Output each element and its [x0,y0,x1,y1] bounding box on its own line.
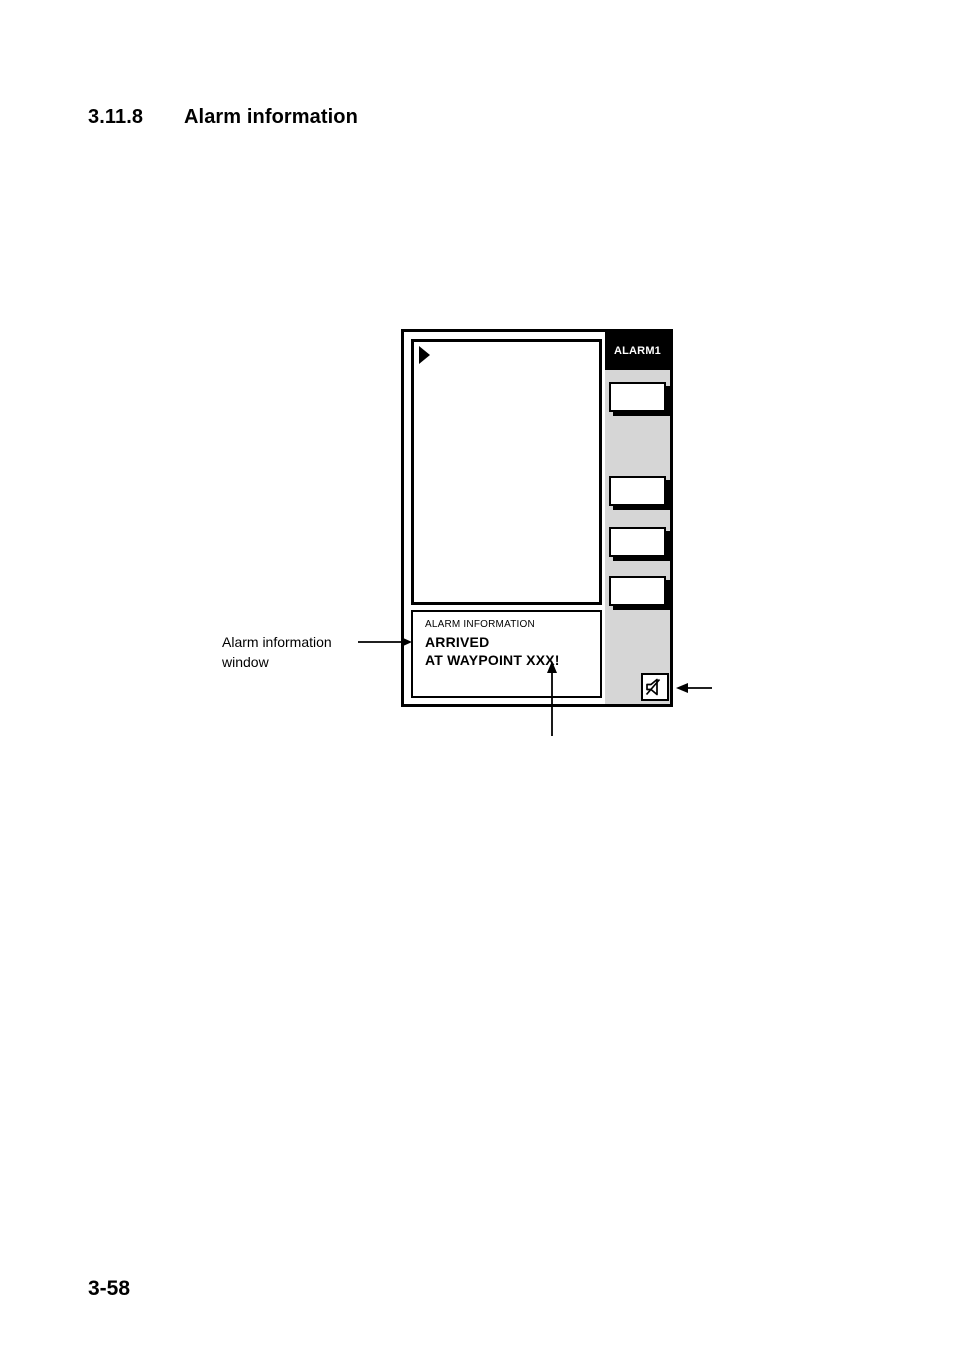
alarm-title-label: ALARM1 [613,345,662,357]
alarm-title-bar: ALARM1 [605,332,670,370]
softkey-button-2[interactable] [609,476,666,506]
play-triangle-cursor-icon [419,346,430,364]
callout-line-1: Alarm information [222,634,332,650]
alarm-window-line-1: ARRIVED [425,634,490,650]
softkey-button-4[interactable] [609,576,666,606]
page-number: 3-58 [88,1277,131,1300]
alarm-information-figure: ALARM1 ALARM INFORMATION ARRIVED AT WAYP… [0,0,954,1351]
softkey-button-3[interactable] [609,527,666,557]
callout-line-2: window [222,654,269,670]
alarm-information-window: ALARM INFORMATION ARRIVED AT WAYPOINT XX… [411,610,602,698]
display-area [411,339,602,605]
softkey-button-1[interactable] [609,382,666,412]
alarm-window-caption: ALARM INFORMATION [425,619,535,630]
alarm-window-line-2: AT WAYPOINT XXX! [425,652,560,668]
callout-alarm-information-window: Alarm information window [222,632,332,672]
speaker-mute-icon[interactable] [641,673,669,701]
